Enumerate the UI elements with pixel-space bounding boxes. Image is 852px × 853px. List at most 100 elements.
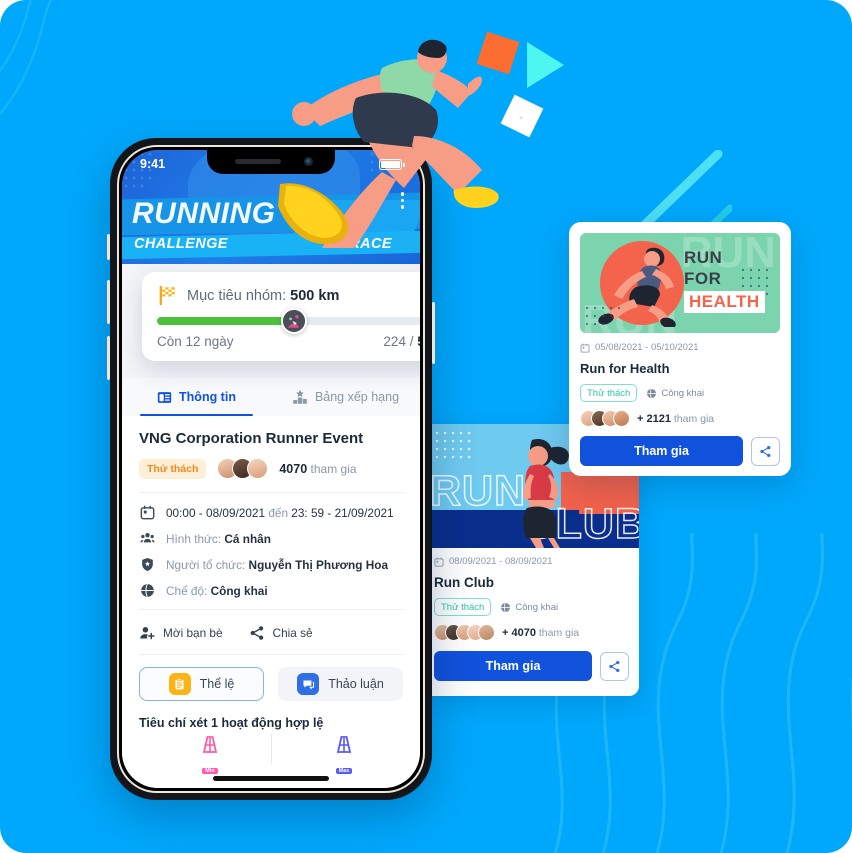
- clipboard-icon: [168, 673, 191, 695]
- event-privacy-value: Công khai: [210, 583, 268, 598]
- invite-friends-label: Mời bạn bè: [163, 626, 223, 640]
- goal-progress-knob[interactable]: [281, 308, 308, 334]
- avatar: [478, 624, 495, 641]
- poster-root: RUN CLUB 08/09/2021 - 08/09/2021 Run Clu…: [0, 0, 852, 853]
- phone-notch: [207, 150, 335, 174]
- divider: [139, 492, 403, 493]
- event-badge: Thử thách: [139, 458, 207, 479]
- news-article-icon: [157, 391, 172, 403]
- segment-thao-luan-label: Thảo luận: [328, 677, 384, 691]
- kebab-menu-icon[interactable]: [400, 192, 404, 209]
- avatar: [247, 458, 269, 479]
- goal-distance: 224 / 500 km: [383, 334, 420, 349]
- run-club-privacy: Công khai: [500, 602, 558, 613]
- tab-thong-tin[interactable]: Thông tin: [122, 378, 271, 416]
- run-club-participants: + 4070 tham gia: [502, 627, 579, 639]
- phone-volume-up-button[interactable]: [107, 280, 110, 324]
- tab-bar: Thông tin Bảng xếp hạng: [122, 378, 420, 416]
- dot-grid-icon: [585, 306, 621, 326]
- phone-volume-down-button[interactable]: [107, 336, 110, 380]
- min-label: Min: [202, 768, 218, 774]
- add-person-icon: [140, 627, 155, 640]
- group-goal-card: Mục tiêu nhóm: 500 km Còn 12 ngày 224 /: [142, 272, 420, 361]
- home-indicator[interactable]: [213, 776, 329, 781]
- tab-bang-xep-hang-label: Bảng xếp hạng: [314, 390, 400, 404]
- event-format-label: Hình thức:: [166, 531, 225, 546]
- tab-bang-xep-hang[interactable]: Bảng xếp hạng: [271, 378, 420, 416]
- run-club-join-button[interactable]: Tham gia: [434, 651, 592, 681]
- max-marker: Max: [324, 734, 364, 777]
- goal-target: 500 km: [290, 287, 340, 304]
- event-row-schedule: 00:00 - 08/09/2021 đến 23: 59 - 21/09/20…: [139, 505, 403, 520]
- hero-title: RUNNING: [132, 197, 276, 230]
- event-avatar-group: [217, 458, 269, 479]
- segment-the-le[interactable]: Thể lệ: [139, 667, 264, 701]
- run-for-health-privacy: Công khai: [646, 388, 704, 399]
- chat-bubbles-icon: [297, 673, 320, 695]
- run-for-health-share-button[interactable]: [751, 436, 780, 466]
- run-for-health-banner: RUN RUN FOR HEALTH: [580, 233, 780, 333]
- goal-progress-fill: [157, 317, 295, 325]
- event-format-value: Cá nhân: [224, 531, 271, 546]
- banner-line-health: HEALTH: [684, 291, 765, 314]
- run-club-share-button[interactable]: [600, 651, 629, 681]
- status-bar-time: 9:41: [140, 157, 166, 171]
- event-schedule-middle: đến: [265, 505, 292, 520]
- event-privacy-text: Chế độ: Công khai: [166, 584, 268, 598]
- phone-power-button[interactable]: [432, 302, 435, 364]
- goal-distance-current: 224 /: [383, 334, 418, 349]
- tab-thong-tin-label: Thông tin: [179, 390, 236, 404]
- event-organizer-text: Người tổ chức: Nguyễn Thị Phương Hoa: [166, 558, 388, 572]
- run-for-health-participants-suffix: tham gia: [670, 412, 715, 425]
- event-row-privacy: Chế độ: Công khai: [139, 583, 403, 598]
- dot-grid-icon: [435, 431, 471, 459]
- event-participants: 4070 tham gia: [279, 462, 356, 476]
- run-for-health-join-button[interactable]: Tham gia: [580, 436, 743, 466]
- event-row-format: Hình thức: Cá nhân: [139, 531, 403, 546]
- goal-progress-bar[interactable]: [157, 308, 420, 334]
- run-club-participants-suffix: tham gia: [535, 626, 580, 639]
- banner-line-for: FOR: [684, 269, 722, 289]
- globe-icon: [141, 583, 154, 598]
- invite-friends-button[interactable]: Mời bạn bè: [139, 625, 223, 641]
- calendar-icon: [434, 556, 444, 567]
- share-event-label: Chia sẻ: [272, 626, 313, 640]
- hero-subtitle-left: CHALLENGE: [134, 236, 228, 252]
- run-for-health-privacy-label: Công khai: [661, 387, 705, 399]
- calendar-icon: [580, 342, 590, 353]
- share-icon: [760, 445, 771, 457]
- event-privacy-label: Chế độ:: [166, 583, 211, 598]
- run-club-title: Run Club: [434, 575, 494, 590]
- phone-mute-button[interactable]: [107, 234, 110, 260]
- event-participants-count: 4070: [279, 461, 308, 476]
- calendar-icon: [140, 505, 155, 520]
- segment-thao-luan[interactable]: Thảo luận: [278, 667, 403, 701]
- min-max-markers: Min Max: [122, 734, 420, 774]
- run-club-date-row: 08/09/2021 - 08/09/2021: [434, 556, 629, 567]
- event-format-text: Hình thức: Cá nhân: [166, 532, 271, 546]
- run-club-badge: Thử thách: [434, 598, 492, 616]
- run-for-health-date-text: 05/08/2021 - 05/10/2021: [595, 342, 699, 353]
- event-organizer-value: Nguyễn Thị Phương Hoa: [248, 557, 389, 572]
- female-runner-illustration: [523, 438, 569, 548]
- goal-label: Mục tiêu nhóm: 500 km: [187, 288, 339, 304]
- globe-icon: [501, 602, 511, 612]
- run-for-health-avatar-group: [580, 410, 630, 427]
- min-gauge-icon: [202, 736, 218, 753]
- criteria-title: Tiêu chí xét 1 hoạt động hợp lệ: [139, 716, 324, 730]
- share-icon: [609, 660, 620, 672]
- group-people-icon: [140, 533, 155, 543]
- banner-line-run: RUN: [684, 248, 723, 267]
- event-title: VNG Corporation Runner Event: [139, 430, 364, 447]
- event-schedule-end: 23: 59 - 21/09/2021: [291, 505, 394, 520]
- battery-full-icon: [379, 158, 405, 170]
- share-icon: [250, 626, 263, 640]
- run-for-health-participants-count: + 2121: [637, 412, 671, 425]
- run-for-health-badge: Thử thách: [580, 384, 638, 402]
- max-label: Max: [335, 768, 353, 774]
- event-row-organizer: Người tổ chức: Nguyễn Thị Phương Hoa: [139, 557, 403, 572]
- runner-shoe-icon: [278, 183, 349, 245]
- shield-star-icon: [142, 558, 153, 571]
- card-run-for-health[interactable]: RUN RUN FOR HEALTH 05/08/2021 - 05/10/20…: [569, 222, 791, 476]
- share-event-button[interactable]: Chia sẻ: [249, 625, 313, 641]
